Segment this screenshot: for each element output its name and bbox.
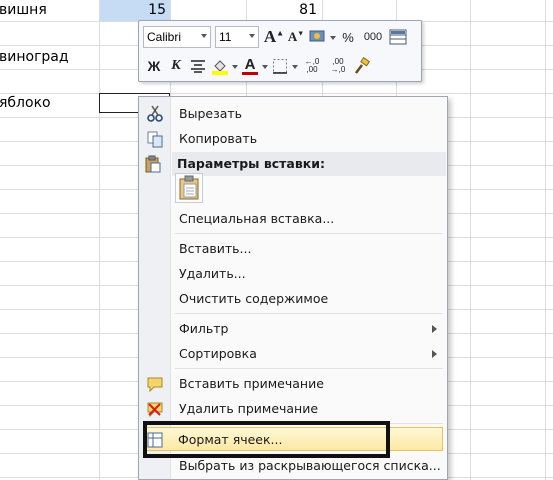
insert-comment-icon xyxy=(147,377,163,393)
menu-item-filter[interactable]: Фильтр xyxy=(141,317,445,341)
font-size-value: 11 xyxy=(219,30,232,44)
accounting-format-icon xyxy=(309,30,325,42)
comma-style-button[interactable]: 000 xyxy=(359,26,387,48)
menu-item-label: Удалить примечание xyxy=(179,401,319,416)
menu-separator xyxy=(175,313,443,314)
menu-item-label: Удалить... xyxy=(179,266,246,281)
menu-item-copy[interactable]: Копировать xyxy=(141,127,445,151)
gridline xyxy=(545,0,546,480)
shrink-font-icon: A▼ xyxy=(287,29,305,44)
font-color-icon: A xyxy=(244,56,256,73)
thousands-label: 000 xyxy=(363,31,383,43)
cell-a3[interactable]: виноград xyxy=(0,49,69,65)
paste-options-icon xyxy=(145,155,161,173)
menu-item-label: Вырезать xyxy=(179,106,243,121)
cell-b1[interactable]: 15 xyxy=(100,2,166,18)
menu-separator xyxy=(175,233,443,234)
chevron-down-icon xyxy=(201,34,207,38)
gridline xyxy=(99,0,100,480)
increase-decimal-button[interactable]: ←,0,00 xyxy=(299,55,325,77)
submenu-arrow-icon xyxy=(432,350,437,358)
menu-item-insert[interactable]: Вставить... xyxy=(141,237,445,261)
percent-label: % xyxy=(342,29,354,45)
format-painter-icon xyxy=(355,57,371,74)
menu-item-label: Параметры вставки: xyxy=(177,156,325,171)
menu-item-delete[interactable]: Удалить... xyxy=(141,262,445,286)
menu-item-cut[interactable]: Вырезать xyxy=(141,102,445,126)
font-color-button[interactable]: A xyxy=(239,55,261,77)
menu-item-paste-special[interactable]: Специальная вставка... xyxy=(141,207,445,231)
fill-color-dropdown[interactable] xyxy=(231,55,239,77)
menu-item-label: Выбрать из раскрывающегося списка... xyxy=(179,458,441,473)
menu-separator xyxy=(175,368,443,369)
borders-button[interactable] xyxy=(269,55,291,77)
gridline xyxy=(0,93,553,94)
mini-toolbar-row-2: Ж К A ←,0 ,00 ,00 →,0 xyxy=(143,53,417,79)
format-painter-table-button[interactable] xyxy=(387,26,409,48)
delete-comment-icon xyxy=(147,402,163,418)
grow-font-button[interactable]: A▲ xyxy=(263,26,285,48)
chevron-down-icon xyxy=(249,34,255,38)
gridline xyxy=(470,0,471,480)
submenu-arrow-icon xyxy=(432,325,437,333)
mini-toolbar-row-1: Calibri 11 A▲ A▼ % 000 xyxy=(143,24,417,50)
font-name-combo[interactable]: Calibri xyxy=(143,26,211,48)
align-center-icon xyxy=(191,60,205,73)
menu-item-clear-contents[interactable]: Очистить содержимое xyxy=(141,287,445,311)
font-size-combo[interactable]: 11 xyxy=(215,26,259,48)
increase-decimal-icon: ←,0,00 xyxy=(304,57,320,74)
font-color-dropdown[interactable] xyxy=(261,55,269,77)
paint-bucket-icon xyxy=(212,60,228,75)
menu-item-label: Копировать xyxy=(179,131,258,146)
percent-style-button[interactable]: % xyxy=(337,26,359,48)
font-name-value: Calibri xyxy=(147,30,182,44)
menu-item-label: Вставить... xyxy=(179,241,252,256)
copy-icon xyxy=(147,131,163,148)
menu-item-label: Очистить содержимое xyxy=(179,291,329,306)
paste-button[interactable] xyxy=(175,173,203,203)
cell-a5[interactable]: яблоко xyxy=(0,95,51,111)
cell-a1[interactable]: вишня xyxy=(0,2,47,18)
italic-label: К xyxy=(171,58,181,73)
menu-header-paste-options: Параметры вставки: xyxy=(145,152,446,176)
menu-item-label: Специальная вставка... xyxy=(179,211,335,226)
menu-item-delete-comment[interactable]: Удалить примечание xyxy=(141,397,445,421)
menu-item-sort[interactable]: Сортировка xyxy=(141,342,445,366)
table-format-icon xyxy=(389,29,407,45)
shrink-font-button[interactable]: A▼ xyxy=(285,26,307,48)
cell-c1[interactable]: 81 xyxy=(247,2,317,18)
font-color-swatch xyxy=(242,72,258,75)
fill-color-button[interactable] xyxy=(209,55,231,77)
bold-label: Ж xyxy=(147,58,161,74)
accounting-format-button[interactable] xyxy=(307,26,329,48)
align-center-button[interactable] xyxy=(187,55,209,77)
decrease-decimal-icon: ,00 →,0 xyxy=(330,57,346,74)
clipboard-icon xyxy=(179,175,199,200)
format-painter-button[interactable] xyxy=(351,55,373,77)
decrease-decimal-button[interactable]: ,00 →,0 xyxy=(325,55,351,77)
menu-item-label: Вставить примечание xyxy=(179,376,324,391)
scissors-icon xyxy=(147,105,163,122)
menu-item-label: Фильтр xyxy=(179,321,229,336)
italic-button[interactable]: К xyxy=(165,55,187,77)
highlight-outline-box xyxy=(143,421,390,458)
borders-dropdown[interactable] xyxy=(291,55,299,77)
mini-toolbar: Calibri 11 A▲ A▼ % 000 Ж К A ←,0 ,00 ,00… xyxy=(138,20,422,82)
bold-button[interactable]: Ж xyxy=(143,55,165,77)
menu-item-label: Сортировка xyxy=(179,346,257,361)
menu-item-insert-comment[interactable]: Вставить примечание xyxy=(141,372,445,396)
grow-font-icon: A▲ xyxy=(263,27,285,46)
accounting-format-dropdown[interactable] xyxy=(329,26,337,48)
borders-icon xyxy=(273,59,287,74)
